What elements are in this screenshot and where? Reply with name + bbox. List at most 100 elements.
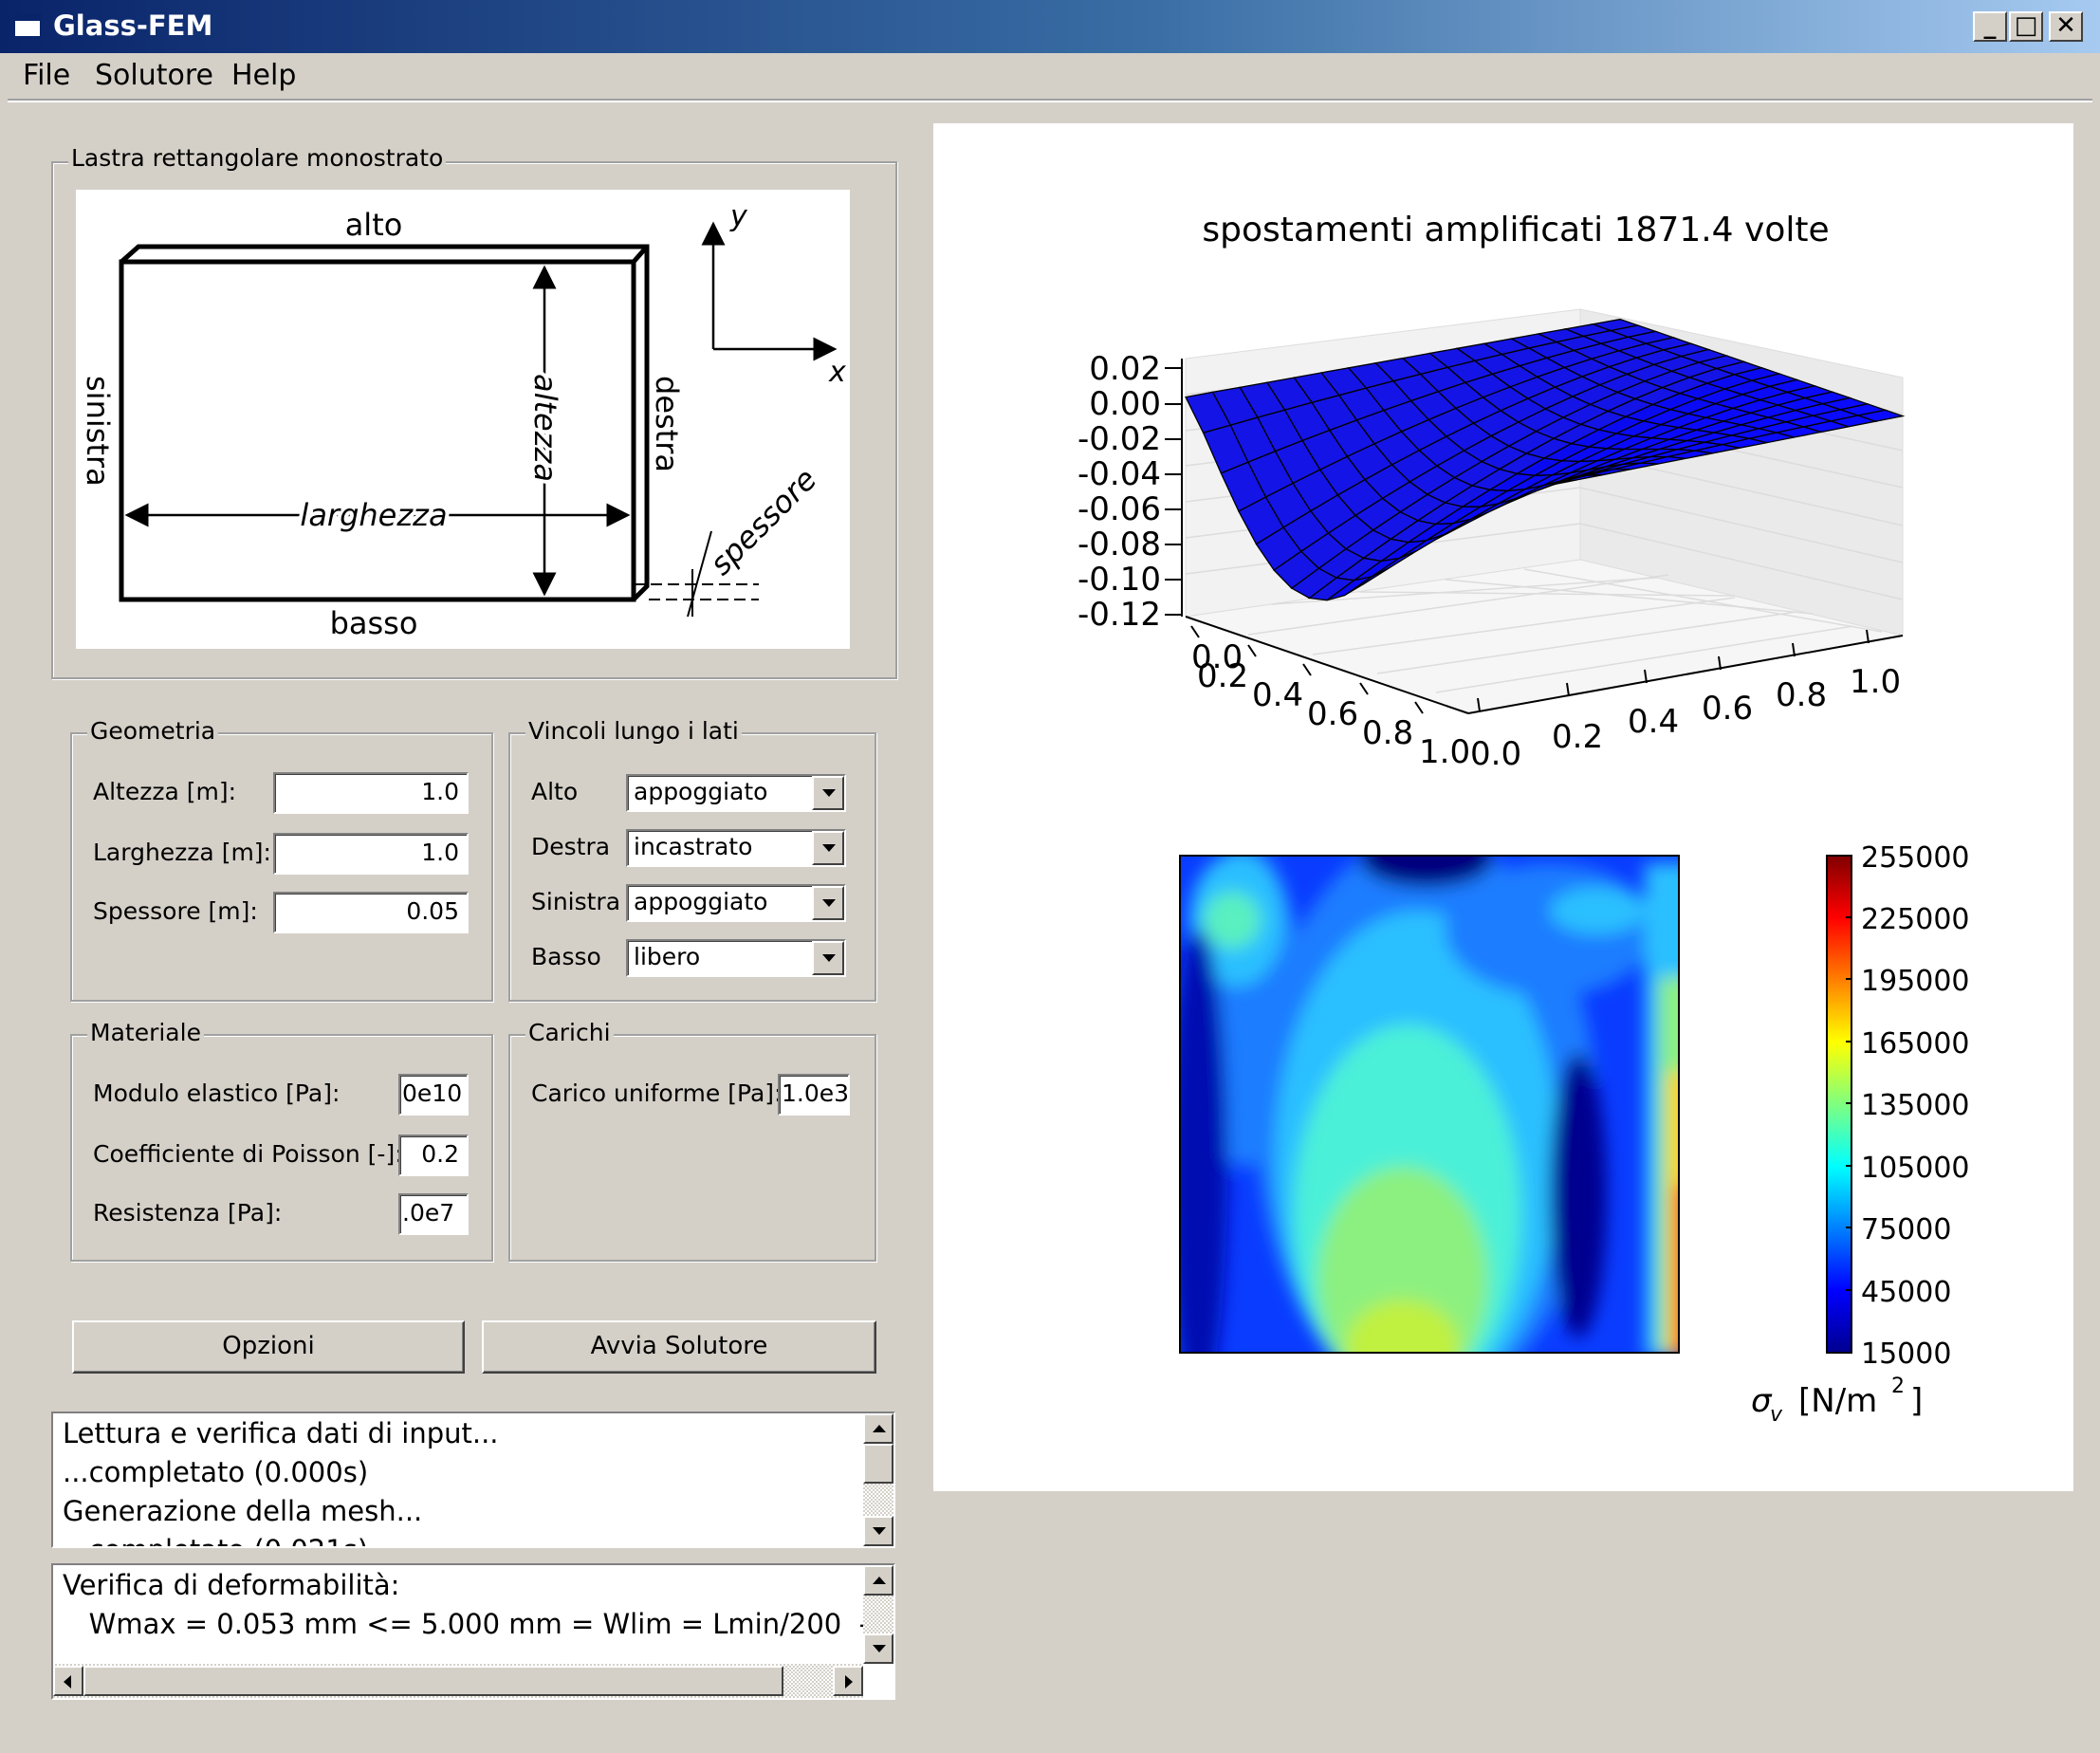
contour-plot <box>1179 855 1680 1354</box>
maximize-button[interactable]: □ <box>2009 11 2043 42</box>
chevron-down-icon[interactable] <box>812 831 844 865</box>
results-vertical-scrollbar[interactable] <box>863 1565 893 1664</box>
colorbar-tick: 165000 <box>1861 1027 1970 1061</box>
label-sinistra: sinistra <box>80 376 116 487</box>
z-tick-label: 0.02 <box>1089 350 1161 388</box>
vincoli-title: Vincoli lungo i lati <box>525 717 742 745</box>
altezza-field[interactable]: 1.0 <box>273 772 469 814</box>
spessore-field[interactable]: 0.05 <box>273 892 469 933</box>
z-tick-label: -0.10 <box>1078 561 1161 599</box>
chevron-down-icon[interactable] <box>812 776 844 810</box>
y-tick-label: 0.0 <box>1470 735 1521 773</box>
vincolo-alto-label: Alto <box>531 778 579 805</box>
colorbar-tick: 225000 <box>1861 903 1970 936</box>
z-tick-label: -0.08 <box>1078 526 1161 563</box>
resistenza-field[interactable]: .0e7 <box>398 1193 469 1235</box>
x-tick-label: 0.6 <box>1307 695 1358 733</box>
axis-y-label: y <box>729 200 748 233</box>
plate-diagram: alto basso larghezza sinistra destra alt… <box>76 190 850 649</box>
vincolo-basso-label: Basso <box>531 943 601 970</box>
close-button[interactable]: ✕ <box>2049 11 2083 42</box>
plate-shape <box>119 244 650 602</box>
altezza-label: Altezza [m]: <box>93 778 237 805</box>
colorbar-tick: 195000 <box>1861 965 1970 998</box>
poisson-field[interactable]: 0.2 <box>398 1135 469 1176</box>
carichi-group <box>508 1034 876 1262</box>
results-line: Verifica di deformabilità: <box>63 1569 400 1601</box>
log-vertical-scrollbar[interactable] <box>863 1413 893 1546</box>
avvia-solutore-button[interactable]: Avvia Solutore <box>482 1320 876 1374</box>
z-tick-label: -0.06 <box>1078 490 1161 528</box>
vincolo-alto-value: appoggiato <box>634 778 768 805</box>
scroll-thumb[interactable] <box>863 1444 893 1484</box>
colorbar-tick: 75000 <box>1861 1213 1951 1246</box>
colorbar-tick: 135000 <box>1861 1089 1970 1122</box>
vincolo-sinistra-value: appoggiato <box>634 888 768 915</box>
log-output[interactable]: Lettura e verifica dati di input... ...c… <box>51 1412 895 1548</box>
x-tick-label: 0.8 <box>1362 714 1413 752</box>
vincolo-basso-select[interactable]: libero <box>626 939 846 977</box>
scroll-up-icon[interactable] <box>863 1413 893 1444</box>
chevron-down-icon[interactable] <box>812 886 844 920</box>
vincolo-destra-value: incastrato <box>634 833 753 860</box>
carico-field[interactable]: 1.0e3 <box>778 1074 850 1116</box>
scroll-thumb[interactable] <box>83 1666 783 1696</box>
menu-file[interactable]: File <box>23 59 70 92</box>
title-bar[interactable]: Glass-FEM _ □ ✕ <box>0 0 2100 53</box>
colorbar-label-unit: [N/m <box>1798 1382 1877 1420</box>
plot3d-title: spostamenti amplificati 1871.4 volte <box>1202 211 1829 249</box>
modulo-label: Modulo elastico [Pa]: <box>93 1079 341 1107</box>
vincolo-alto-select[interactable]: appoggiato <box>626 774 846 812</box>
x-tick-label: 0.4 <box>1252 676 1303 714</box>
spessore-label: Spessore [m]: <box>93 897 258 925</box>
scroll-down-icon[interactable] <box>863 1633 893 1664</box>
scroll-right-icon[interactable] <box>833 1666 863 1696</box>
thickness-leader <box>687 530 712 618</box>
menu-help[interactable]: Help <box>231 59 296 92</box>
scroll-left-icon[interactable] <box>53 1666 83 1696</box>
colorbar-label-sub: v <box>1770 1403 1783 1427</box>
label-larghezza: larghezza <box>300 497 447 533</box>
larghezza-field[interactable]: 1.0 <box>273 833 469 875</box>
x-tick-label: 1.0 <box>1419 733 1470 771</box>
modulo-field[interactable]: 0e10 <box>398 1074 469 1116</box>
label-basso: basso <box>330 605 418 641</box>
carichi-title: Carichi <box>525 1019 614 1046</box>
scroll-up-icon[interactable] <box>863 1565 893 1596</box>
x-tick-label: 0.2 <box>1197 657 1248 695</box>
z-tick-label: 0.00 <box>1089 385 1161 423</box>
colorbar-label-end: ] <box>1910 1382 1923 1420</box>
materiale-title: Materiale <box>87 1019 204 1046</box>
results-line: Wmax = 0.053 mm <= 5.000 mm = Wlim = Lmi… <box>63 1608 893 1640</box>
results-horizontal-scrollbar[interactable] <box>53 1664 863 1698</box>
colorbar-tick: 15000 <box>1861 1338 1951 1371</box>
y-tick-label: 0.6 <box>1702 690 1753 728</box>
colorbar-tick: 45000 <box>1861 1276 1951 1309</box>
vincolo-sinistra-select[interactable]: appoggiato <box>626 884 846 922</box>
log-line: Lettura e verifica dati di input... <box>63 1417 499 1449</box>
results-output[interactable]: Verifica di deformabilità: Wmax = 0.053 … <box>51 1563 895 1700</box>
vincolo-destra-select[interactable]: incastrato <box>626 829 846 867</box>
y-tick-label: 0.2 <box>1552 718 1603 756</box>
label-alto: alto <box>345 207 403 243</box>
log-line: ...completato (0.000s) <box>63 1456 369 1488</box>
menu-solutore[interactable]: Solutore <box>95 59 213 92</box>
label-destra: destra <box>649 376 685 472</box>
log-line: ...completato (0.021s) <box>63 1534 368 1546</box>
plate-group-title: Lastra rettangolare monostrato <box>68 144 447 172</box>
scroll-down-icon[interactable] <box>863 1516 893 1546</box>
y-tick-label: 0.8 <box>1776 676 1827 714</box>
colorbar-tick: 105000 <box>1861 1152 1970 1185</box>
z-tick-label: -0.12 <box>1078 596 1161 634</box>
z-tick-label: -0.02 <box>1078 420 1161 458</box>
y-tick-label: 1.0 <box>1850 663 1901 701</box>
chevron-down-icon[interactable] <box>812 941 844 975</box>
minimize-button[interactable]: _ <box>1973 11 2007 42</box>
log-line: Generazione della mesh... <box>63 1495 423 1527</box>
app-icon <box>13 13 42 38</box>
menu-separator <box>8 99 2092 102</box>
plot-panel: spostamenti amplificati 1871.4 volte 0.0… <box>933 123 2073 1491</box>
geometria-title: Geometria <box>87 717 219 745</box>
axis-x-label: x <box>828 356 846 389</box>
opzioni-button[interactable]: Opzioni <box>72 1320 465 1374</box>
